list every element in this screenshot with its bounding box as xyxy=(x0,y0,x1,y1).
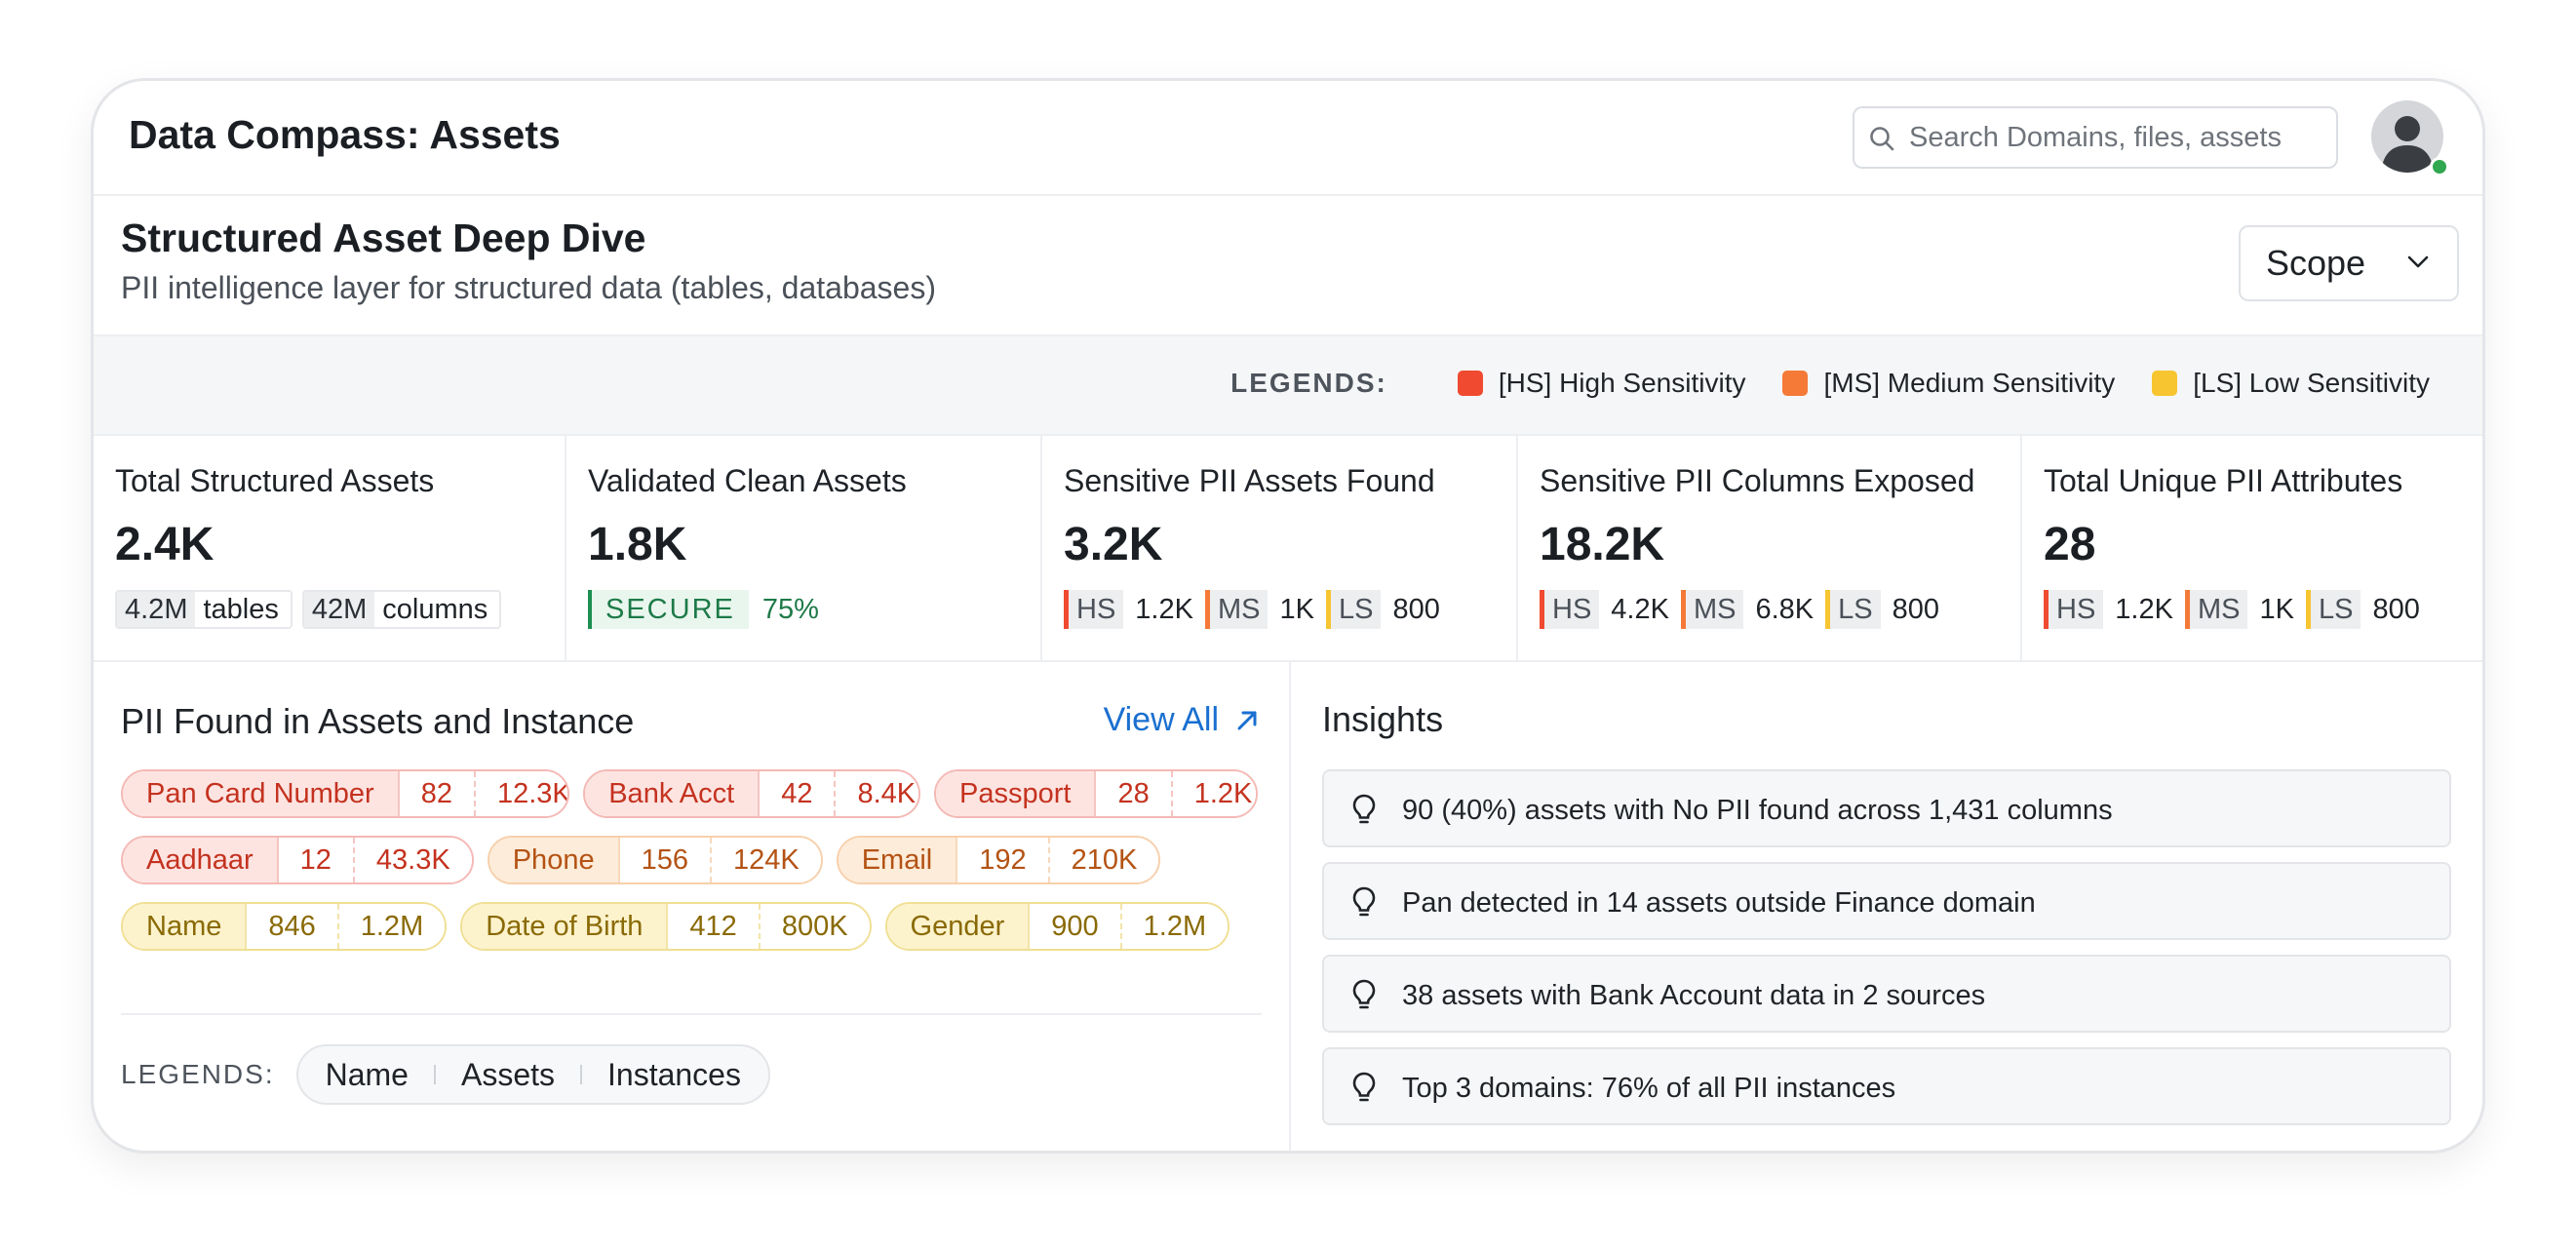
stat-value: 3.2K xyxy=(1064,519,1163,570)
chip-legend-pill: Name Assets Instances xyxy=(295,1044,770,1105)
hs-count: HS 4.2K xyxy=(1540,590,1669,629)
insight-item[interactable]: Top 3 domains: 76% of all PII instances xyxy=(1322,1047,2451,1125)
arrow-up-right-icon xyxy=(1237,711,1257,729)
scope-label: Scope xyxy=(2266,243,2366,283)
pii-chip-passport[interactable]: Passport 28 1.2K xyxy=(933,769,1258,818)
stat-title: Sensitive PII Columns Exposed xyxy=(1540,463,1975,498)
lightbulb-icon xyxy=(1352,979,1376,1009)
high-swatch xyxy=(1457,371,1483,396)
insights-panel: Insights 90 (40%) assets with No PII fou… xyxy=(1293,662,2482,1151)
pii-chip-date-of-birth[interactable]: Date of Birth 412 800K xyxy=(460,902,872,951)
sensitivity-legend-bar: LEGENDS: [HS] High Sensitivity [MS] Medi… xyxy=(94,334,2482,436)
insight-text: Pan detected in 14 assets outside Financ… xyxy=(1402,887,2036,919)
legend-item-medium: [MS] Medium Sensitivity xyxy=(1782,368,2115,399)
legend-assets: Assets xyxy=(460,1056,555,1092)
legend-item-low: [LS] Low Sensitivity xyxy=(2152,368,2430,399)
tables-label: tables xyxy=(203,593,279,625)
ms-count: MS 6.8K xyxy=(1680,590,1814,629)
tables-count: 4.2M xyxy=(117,592,196,627)
legend-name: Name xyxy=(325,1056,409,1092)
secure-badge: SECURE 75% xyxy=(588,590,819,629)
legend-item-label: [HS] High Sensitivity xyxy=(1498,368,1746,398)
hs-count: HS 1.2K xyxy=(1064,590,1193,629)
tables-count-chip: 4.2M tables xyxy=(115,590,293,629)
insight-item[interactable]: 90 (40%) assets with No PII found across… xyxy=(1322,769,2451,847)
legend-item-label: [LS] Low Sensitivity xyxy=(2193,368,2430,398)
columns-label: columns xyxy=(382,593,488,625)
chip-legend: LEGENDS: Name Assets Instances xyxy=(121,1044,770,1105)
app-title: Data Compass: Assets xyxy=(129,112,561,157)
insight-text: 38 assets with Bank Account data in 2 so… xyxy=(1402,980,1986,1011)
pii-panel-title: PII Found in Assets and Instance xyxy=(121,701,635,741)
columns-count-chip: 42M columns xyxy=(301,590,502,629)
insight-text: Top 3 domains: 76% of all PII instances xyxy=(1402,1073,1896,1104)
stat-value: 28 xyxy=(2044,519,2096,570)
pii-chip-aadhaar[interactable]: Aadhaar 12 43.3K xyxy=(121,836,474,884)
lightbulb-icon xyxy=(1352,794,1376,824)
stat-title: Total Structured Assets xyxy=(115,463,435,498)
view-all-link[interactable]: View All xyxy=(1104,701,1260,739)
secure-tag: SECURE xyxy=(588,590,749,629)
assets-card: Data Compass: Assets Structured Asset De… xyxy=(91,78,2485,1154)
divider xyxy=(121,1013,1262,1015)
columns-count: 42M xyxy=(303,592,375,627)
insight-text: 90 (40%) assets with No PII found across… xyxy=(1402,795,2113,826)
legend-item-label: [MS] Medium Sensitivity xyxy=(1823,368,2116,398)
stats-row: Total Structured Assets 2.4K 4.2M tables… xyxy=(94,436,2482,662)
stat-value: 18.2K xyxy=(1540,519,1665,570)
chevron-down-icon xyxy=(2407,255,2429,268)
insight-item[interactable]: 38 assets with Bank Account data in 2 so… xyxy=(1322,955,2451,1033)
stat-title: Validated Clean Assets xyxy=(588,463,907,498)
low-swatch xyxy=(2152,371,2178,396)
search-icon xyxy=(1870,127,1894,151)
insight-item[interactable]: Pan detected in 14 assets outside Financ… xyxy=(1322,862,2451,940)
pii-found-panel: PII Found in Assets and Instance View Al… xyxy=(94,662,1291,1151)
section-title: Structured Asset Deep Dive xyxy=(121,216,646,260)
lightbulb-icon xyxy=(1352,886,1376,917)
ls-count: LS 800 xyxy=(2305,590,2420,629)
online-status-dot xyxy=(2430,157,2449,176)
pii-chip-bank-acct[interactable]: Bank Acct 42 8.4K xyxy=(583,769,920,818)
section-header: Structured Asset Deep Dive PII intellige… xyxy=(94,196,2482,334)
stat-value: 2.4K xyxy=(115,519,215,570)
ms-count: MS 1K xyxy=(2184,590,2294,629)
stat-sensitive-pii-assets: Sensitive PII Assets Found 3.2K HS 1.2K M… xyxy=(1042,436,1518,662)
legend-item-high: [HS] High Sensitivity xyxy=(1457,368,1746,399)
pii-chip-phone[interactable]: Phone 156 124K xyxy=(487,836,823,884)
search-box[interactable] xyxy=(1853,106,2338,169)
hs-count: HS 1.2K xyxy=(2044,590,2173,629)
stat-total-structured-assets: Total Structured Assets 2.4K 4.2M tables… xyxy=(94,436,566,662)
secure-percent: 75% xyxy=(761,593,819,625)
medium-swatch xyxy=(1782,371,1809,396)
search-input[interactable] xyxy=(1909,108,2328,167)
pii-chip-pan-card-number[interactable]: Pan Card Number 82 12.3K xyxy=(121,769,570,818)
section-subtitle: PII intelligence layer for structured da… xyxy=(121,270,936,305)
stat-unique-pii-attributes: Total Unique PII Attributes 28 HS 1.2K MS… xyxy=(2022,436,2482,662)
stat-validated-clean-assets: Validated Clean Assets 1.8K SECURE 75% xyxy=(566,436,1042,662)
top-bar: Data Compass: Assets xyxy=(94,81,2482,196)
stat-title: Total Unique PII Attributes xyxy=(2044,463,2403,498)
pii-chip-list: Pan Card Number 82 12.3K Bank Acct 42 8.4K P… xyxy=(121,769,1271,968)
stat-value: 1.8K xyxy=(588,519,687,570)
legend-instances: Instances xyxy=(607,1056,741,1092)
ls-count: LS 800 xyxy=(1825,590,1939,629)
ls-count: LS 800 xyxy=(1325,590,1440,629)
lightbulb-icon xyxy=(1352,1072,1376,1102)
scope-dropdown[interactable]: Scope xyxy=(2239,225,2459,301)
chip-legend-label: LEGENDS: xyxy=(121,1059,275,1089)
stat-title: Sensitive PII Assets Found xyxy=(1064,463,1435,498)
legend-label: LEGENDS: xyxy=(1230,368,1387,398)
pii-chip-name[interactable]: Name 846 1.2M xyxy=(121,902,448,951)
stat-sensitive-pii-columns: Sensitive PII Columns Exposed 18.2K HS 4.… xyxy=(1518,436,2022,662)
insights-list: 90 (40%) assets with No PII found across… xyxy=(1322,769,2451,1140)
pii-chip-email[interactable]: Email 192 210K xyxy=(836,836,1161,884)
view-all-label: View All xyxy=(1103,701,1219,738)
insights-title: Insights xyxy=(1322,699,1444,739)
ms-count: MS 1K xyxy=(1204,590,1314,629)
pii-chip-gender[interactable]: Gender 900 1.2M xyxy=(884,902,1230,951)
